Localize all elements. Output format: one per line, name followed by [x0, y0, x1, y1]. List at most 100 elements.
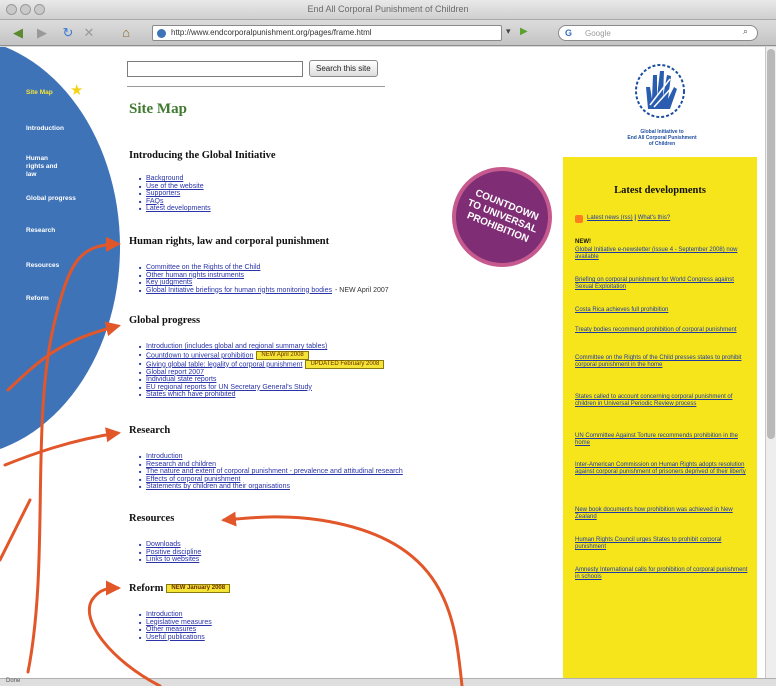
- latest-item[interactable]: UN Committee Against Torture recommends …: [575, 433, 751, 447]
- go-arrow-icon[interactable]: ▶: [520, 26, 528, 37]
- link-other-instruments[interactable]: Other human rights instruments: [139, 272, 389, 280]
- list-item-countdown: Countdown to universal prohibitionNEW Ap…: [139, 350, 384, 360]
- section-title-resources: Resources: [129, 513, 175, 524]
- sidebar-item-resources[interactable]: Resources: [26, 262, 86, 270]
- latest-item[interactable]: Human Rights Council urges States to pro…: [575, 537, 751, 551]
- link-other-measures[interactable]: Other measures: [139, 626, 212, 634]
- link-global-report[interactable]: Global report 2007: [139, 369, 384, 377]
- list-item-global-table: Giving global table: legality of corpora…: [139, 359, 385, 369]
- window-titlebar: End All Corporal Punishment of Children: [0, 0, 776, 20]
- section-title-reform: Reform NEW January 2008: [129, 583, 231, 594]
- link-eu-reports[interactable]: EU regional reports for UN Secretary Gen…: [139, 384, 384, 392]
- rss-row: Latest news (rss) | What's this?: [587, 215, 670, 221]
- address-text: http://www.endcorporalpunishment.org/pag…: [171, 28, 372, 37]
- section-title-intro: Introducing the Global Initiative: [129, 150, 276, 161]
- link-statements[interactable]: Statements by children and their organis…: [139, 483, 403, 491]
- rss-icon[interactable]: [575, 215, 583, 223]
- latest-item[interactable]: Briefing on corporal punishment for Worl…: [575, 277, 751, 291]
- link-state-reports[interactable]: Individual state reports: [139, 376, 384, 384]
- list-item-briefings: Global Initiative briefings for human ri…: [139, 286, 389, 295]
- new-badge: NEW January 2008: [166, 584, 231, 594]
- scrollbar-thumb[interactable]: [767, 49, 775, 439]
- hand-logo-icon: [635, 64, 685, 118]
- latest-item[interactable]: States called to account concerning corp…: [575, 394, 751, 408]
- link-legislative[interactable]: Legislative measures: [139, 619, 212, 627]
- favicon-icon: [157, 29, 166, 38]
- history-dropdown-icon[interactable]: ▾: [506, 26, 511, 37]
- section-title-research: Research: [129, 425, 171, 436]
- section-title-global-progress: Global progress: [129, 315, 201, 326]
- new-badge: NEW April 2008: [256, 350, 309, 360]
- section-title-human-rights: Human rights, law and corporal punishmen…: [129, 236, 330, 247]
- reload-icon[interactable]: ↻: [58, 24, 78, 42]
- link-reform-introduction[interactable]: Introduction: [139, 611, 212, 619]
- link-briefings[interactable]: Global Initiative briefings for human ri…: [146, 287, 332, 294]
- page-title: Site Map: [129, 101, 187, 117]
- search-placeholder: Google: [585, 29, 611, 38]
- sidebar-item-introduction[interactable]: Introduction: [26, 125, 86, 133]
- link-gp-introduction[interactable]: Introduction (includes global and region…: [139, 343, 384, 351]
- status-bar: Done: [0, 678, 776, 686]
- new-label: NEW!: [575, 239, 591, 245]
- link-research-introduction[interactable]: Introduction: [139, 453, 403, 461]
- stop-icon[interactable]: ✕: [80, 24, 98, 42]
- latest-developments-panel: Latest developments Latest news (rss) | …: [563, 157, 757, 678]
- link-key-judgments[interactable]: Key judgments: [139, 279, 389, 287]
- sidebar-item-human-rights[interactable]: Human rights and law: [26, 155, 66, 179]
- divider: [127, 86, 385, 87]
- latest-item[interactable]: Global Initiative e-newsletter (issue 4 …: [575, 247, 751, 261]
- latest-item[interactable]: Treaty bodies recommend prohibition of c…: [575, 327, 751, 334]
- organisation-logo[interactable]: Global Initiative to End All Corporal Pu…: [572, 47, 752, 157]
- latest-developments-title: Latest developments: [614, 185, 706, 196]
- link-global-table[interactable]: Giving global table: legality of corpora…: [146, 361, 302, 368]
- browser-search-input[interactable]: G Google: [558, 25, 758, 41]
- link-downloads[interactable]: Downloads: [139, 541, 201, 549]
- link-faqs[interactable]: FAQs: [139, 198, 211, 206]
- vertical-scrollbar[interactable]: [765, 47, 776, 678]
- latest-item[interactable]: New book documents how prohibition was a…: [575, 507, 751, 521]
- new-note: - NEW April 2007: [335, 286, 389, 294]
- logo-text-line-3: of Children: [648, 141, 676, 147]
- browser-toolbar: ◀ ▶ ↻ ✕ ⌂ http://www.endcorporalpunishme…: [0, 20, 776, 46]
- forward-arrow-icon[interactable]: ▶: [32, 24, 52, 42]
- reform-link-list: Introduction Legislative measures Other …: [139, 611, 212, 642]
- latest-item[interactable]: Committee on the Rights of the Child pre…: [575, 355, 751, 369]
- latest-item[interactable]: Amnesty International calls for prohibit…: [575, 567, 751, 581]
- link-states-prohibited[interactable]: States which have prohibited: [139, 391, 384, 399]
- search-icon[interactable]: ⌕: [743, 26, 748, 37]
- whats-this-link[interactable]: What's this?: [638, 215, 671, 221]
- window-title: End All Corporal Punishment of Children: [307, 4, 469, 14]
- link-websites[interactable]: Links to websites: [139, 556, 201, 564]
- research-link-list: Introduction Research and children The n…: [139, 453, 403, 491]
- site-search-button[interactable]: Search this site: [309, 60, 378, 77]
- link-latest-developments[interactable]: Latest developments: [139, 205, 211, 213]
- link-committee-rights-child[interactable]: Committee on the Rights of the Child: [139, 264, 389, 272]
- link-publications[interactable]: Useful publications: [139, 634, 212, 642]
- link-background[interactable]: Background: [139, 175, 211, 183]
- link-effects[interactable]: Effects of corporal punishment: [139, 476, 403, 484]
- star-icon: ★: [70, 82, 84, 99]
- link-positive-discipline[interactable]: Positive discipline: [139, 549, 201, 557]
- link-use-of-website[interactable]: Use of the website: [139, 183, 211, 191]
- resources-link-list: Downloads Positive discipline Links to w…: [139, 541, 201, 564]
- latest-item[interactable]: Costa Rica achieves full prohibition: [575, 307, 751, 314]
- human-rights-link-list: Committee on the Rights of the Child Oth…: [139, 264, 389, 295]
- rss-link[interactable]: Latest news (rss): [587, 215, 633, 221]
- web-page: Site Map ★ Introduction Human rights and…: [0, 47, 765, 678]
- global-progress-link-list: Introduction (includes global and region…: [139, 343, 385, 399]
- sidebar-item-global-progress[interactable]: Global progress: [26, 195, 86, 203]
- back-arrow-icon[interactable]: ◀: [8, 24, 28, 42]
- countdown-badge[interactable]: COUNTDOWN TO UNIVERSAL PROHIBITION: [436, 151, 568, 283]
- intro-link-list: Background Use of the website Supporters…: [139, 175, 211, 213]
- sidebar-item-research[interactable]: Research: [26, 227, 86, 235]
- link-supporters[interactable]: Supporters: [139, 190, 211, 198]
- address-bar[interactable]: http://www.endcorporalpunishment.org/pag…: [152, 25, 502, 41]
- sidebar-item-reform[interactable]: Reform: [26, 295, 86, 303]
- site-search-input[interactable]: [127, 61, 303, 77]
- link-countdown[interactable]: Countdown to universal prohibition: [146, 352, 253, 359]
- link-nature-extent[interactable]: The nature and extent of corporal punish…: [139, 468, 403, 476]
- link-research-children[interactable]: Research and children: [139, 461, 403, 469]
- latest-item[interactable]: Inter-American Commission on Human Right…: [575, 462, 751, 476]
- sidebar-nav-background: [0, 47, 120, 457]
- home-icon[interactable]: ⌂: [116, 24, 136, 42]
